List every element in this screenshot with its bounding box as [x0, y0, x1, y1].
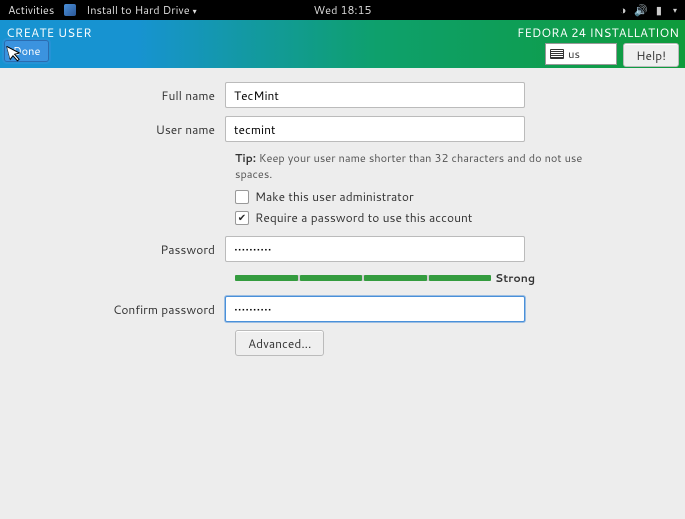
keyboard-icon [550, 49, 564, 59]
anaconda-icon [64, 4, 76, 16]
strength-segment [235, 275, 298, 281]
done-button[interactable]: Done [4, 40, 49, 62]
installer-header: CREATE USER Done FEDORA 24 INSTALLATION … [0, 20, 685, 68]
full-name-input[interactable] [225, 82, 525, 108]
system-menu-chevron-icon[interactable]: ▾ [673, 4, 677, 16]
volume-icon[interactable]: 🔊 [634, 2, 648, 18]
admin-checkbox-label: Make this user administrator [255, 188, 414, 205]
accessibility-icon[interactable]: ◑ [620, 2, 627, 18]
strength-segment [364, 275, 427, 281]
user-name-label: User name [0, 121, 225, 138]
admin-checkbox[interactable] [235, 190, 249, 204]
confirm-password-input[interactable] [225, 296, 525, 322]
confirm-password-label: Confirm password [0, 301, 225, 318]
strength-label: Strong [495, 270, 535, 286]
require-password-label: Require a password to use this account [255, 209, 472, 226]
create-user-form: Full name User name Tip: Keep your user … [0, 68, 685, 356]
keyboard-layout-label: us [568, 46, 580, 62]
full-name-label: Full name [0, 87, 225, 104]
advanced-button[interactable]: Advanced... [235, 330, 324, 356]
require-password-checkbox[interactable] [235, 211, 249, 225]
user-name-input[interactable] [225, 116, 525, 142]
keyboard-layout-selector[interactable]: us [545, 43, 617, 65]
help-button[interactable]: Help! [623, 43, 679, 67]
app-menu[interactable]: Install to Hard Drive▾ [86, 2, 196, 18]
clock[interactable]: Wed 18:15 [314, 2, 372, 18]
password-input[interactable] [225, 236, 525, 262]
gnome-topbar: Activities Install to Hard Drive▾ Wed 18… [0, 0, 685, 20]
password-label: Password [0, 241, 225, 258]
strength-segment [429, 275, 492, 281]
password-strength-meter: Strong [235, 270, 535, 286]
strength-segment [300, 275, 363, 281]
activities-button[interactable]: Activities [8, 2, 54, 18]
battery-icon[interactable]: ▮ [656, 2, 662, 18]
install-title: FEDORA 24 INSTALLATION [517, 24, 679, 41]
user-name-tip: Tip: Keep your user name shorter than 32… [235, 150, 615, 182]
